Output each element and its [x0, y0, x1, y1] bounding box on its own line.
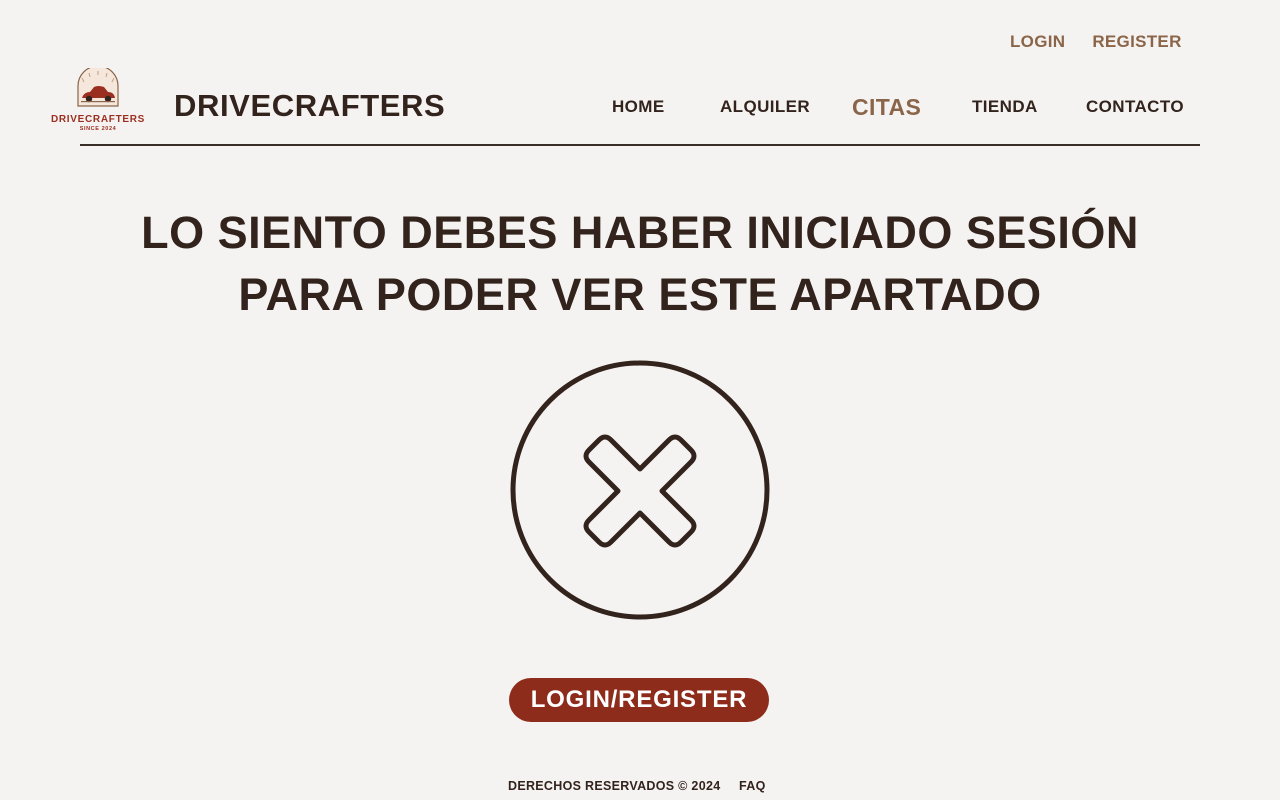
login-register-button[interactable]: LOGIN/REGISTER — [509, 678, 769, 722]
copyright-text: DERECHOS RESERVADOS © 2024 — [508, 779, 721, 793]
faq-link[interactable]: FAQ — [739, 779, 766, 793]
x-circle-icon — [510, 360, 770, 620]
nav-citas[interactable]: CITAS — [852, 94, 921, 121]
main-nav: HOME ALQUILER CITAS TIENDA CONTACTO — [0, 94, 1280, 121]
footer: DERECHOS RESERVADOS © 2024 FAQ — [0, 779, 1280, 795]
logo-since: SINCE 2024 — [80, 126, 117, 132]
header-divider — [80, 144, 1200, 146]
login-link[interactable]: LOGIN — [1010, 32, 1065, 52]
auth-links: LOGIN REGISTER — [1010, 32, 1182, 52]
nav-home[interactable]: HOME — [612, 97, 665, 117]
nav-tienda[interactable]: TIENDA — [972, 97, 1038, 117]
register-link[interactable]: REGISTER — [1092, 32, 1181, 52]
message-line-1: LO SIENTO DEBES HABER INICIADO SESIÓN — [141, 207, 1139, 258]
login-required-message: LO SIENTO DEBES HABER INICIADO SESIÓN PA… — [0, 202, 1280, 326]
nav-contacto[interactable]: CONTACTO — [1086, 97, 1184, 117]
message-line-2: PARA PODER VER ESTE APARTADO — [238, 269, 1042, 320]
nav-alquiler[interactable]: ALQUILER — [720, 97, 810, 117]
